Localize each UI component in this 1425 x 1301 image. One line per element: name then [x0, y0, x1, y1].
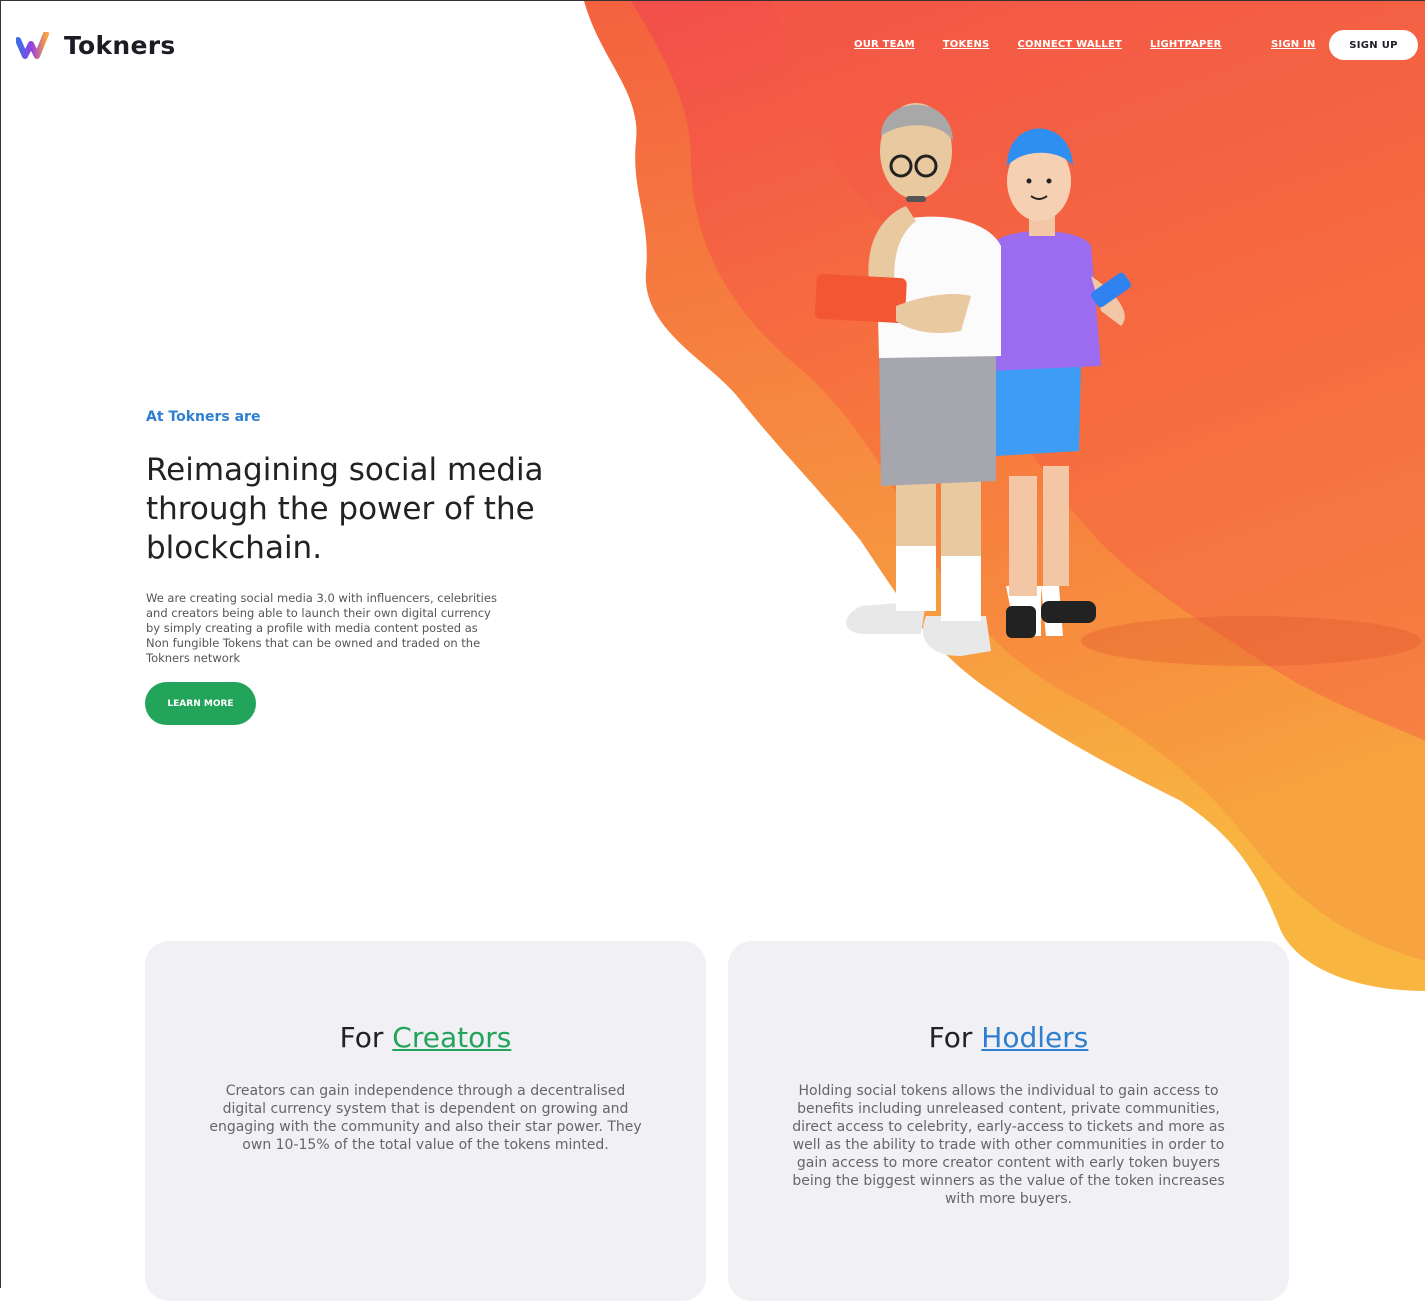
- sign-in-link[interactable]: SIGN IN: [1271, 39, 1315, 50]
- top-nav: OUR TEAM TOKENS CONNECT WALLET LIGHTPAPE…: [854, 39, 1222, 50]
- hodlers-title-prefix: For: [928, 1021, 973, 1054]
- hero-description: We are creating social media 3.0 with in…: [146, 591, 497, 665]
- nav-our-team[interactable]: OUR TEAM: [854, 39, 915, 50]
- person-blue-hair: [989, 128, 1131, 638]
- creators-title-prefix: For: [339, 1021, 384, 1054]
- hodlers-link[interactable]: Hodlers: [981, 1021, 1088, 1054]
- hodlers-card: For Hodlers Holding social tokens allows…: [728, 941, 1289, 1301]
- learn-more-button[interactable]: LEARN MORE: [145, 682, 256, 725]
- creators-link[interactable]: Creators: [392, 1021, 511, 1054]
- sign-up-button[interactable]: SIGN UP: [1329, 30, 1418, 60]
- brand-name: Tokners: [64, 31, 176, 60]
- hodlers-card-title: For Hodlers: [728, 1021, 1289, 1054]
- nav-lightpaper[interactable]: LIGHTPAPER: [1150, 39, 1222, 50]
- nav-connect-wallet[interactable]: CONNECT WALLET: [1017, 39, 1122, 50]
- nav-tokens[interactable]: TOKENS: [943, 39, 990, 50]
- tokners-logo-icon: [16, 31, 49, 59]
- creators-card-body: Creators can gain independence through a…: [209, 1083, 642, 1153]
- creators-card: For Creators Creators can gain independe…: [145, 941, 706, 1301]
- two-people-with-devices-illustration: [815, 103, 1131, 656]
- hodlers-card-body: Holding social tokens allows the individ…: [792, 1083, 1225, 1207]
- hero-eyebrow: At Tokners are: [146, 409, 261, 425]
- hero-headline: Reimagining social media through the pow…: [146, 452, 544, 566]
- logo[interactable]: Tokners: [16, 31, 176, 60]
- person-grey-hair: [815, 103, 1001, 656]
- creators-card-title: For Creators: [145, 1021, 706, 1054]
